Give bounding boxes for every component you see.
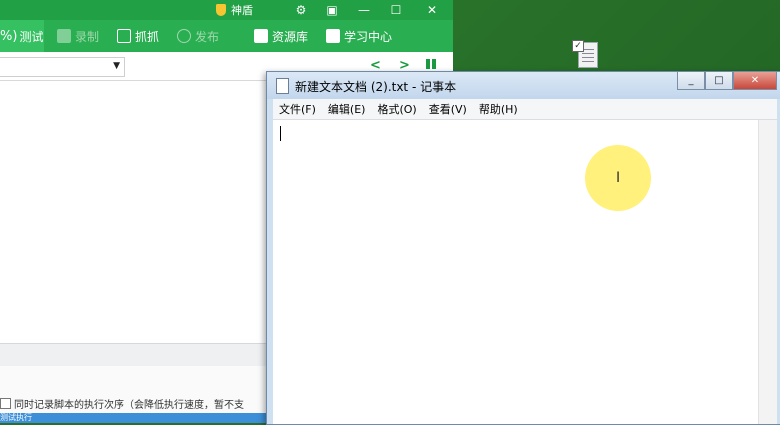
text-file-desktop-icon[interactable]: ✓ [572, 40, 602, 72]
video-camera-icon [57, 29, 71, 43]
record-label: 录制 [75, 29, 100, 44]
notepad-window: 新建文本文档 (2).txt - 记事本 _ □ ✕ 文件(F) 编辑(E) 格… [266, 71, 780, 425]
script-select-dropdown[interactable]: ▼ [0, 57, 125, 77]
menu-file[interactable]: 文件(F) [273, 101, 322, 117]
grid-view-icon[interactable] [426, 59, 436, 69]
capture-label: 抓抓 [135, 29, 160, 44]
publish-icon [177, 29, 191, 43]
test-percent: %) [0, 28, 18, 44]
notepad-minimize-button[interactable]: _ [677, 72, 705, 90]
book-icon [326, 29, 340, 43]
notepad-menubar: 文件(F) 编辑(E) 格式(O) 查看(V) 帮助(H) [273, 99, 777, 120]
shield-icon [216, 4, 226, 16]
app-toolbar: %) 测试 录制 抓抓 发布 资源库 学习中心 [0, 20, 453, 52]
menu-view[interactable]: 查看(V) [423, 101, 473, 117]
close-button[interactable]: ✕ [420, 0, 444, 20]
resource-library-label: 资源库 [272, 29, 309, 44]
record-order-checkbox[interactable] [0, 397, 11, 409]
text-cursor-icon: I [616, 170, 621, 186]
resource-library-button[interactable]: 资源库 [254, 20, 308, 52]
test-label: 测试 [19, 29, 44, 44]
box-icon [254, 29, 268, 43]
minimize-button[interactable]: — [352, 0, 376, 20]
maximize-button[interactable]: ☐ [384, 0, 408, 20]
publish-label: 发布 [195, 29, 220, 44]
notepad-close-button[interactable]: ✕ [733, 72, 777, 90]
notepad-maximize-button[interactable]: □ [705, 72, 733, 90]
capture-button[interactable]: 抓抓 [117, 20, 159, 52]
app-titlebar: 神盾 ⚙ ▣ — ☐ ✕ [0, 0, 453, 20]
menu-edit[interactable]: 编辑(E) [322, 101, 372, 117]
notepad-text-area[interactable] [273, 120, 777, 424]
menu-help[interactable]: 帮助(H) [473, 101, 524, 117]
window-controls: _ □ ✕ [677, 72, 777, 90]
learning-center-button[interactable]: 学习中心 [326, 20, 392, 52]
notepad-titlebar[interactable]: 新建文本文档 (2).txt - 记事本 _ □ ✕ [267, 72, 780, 99]
dropdown-arrow-icon: ▼ [113, 61, 120, 71]
shield-button[interactable]: 神盾 [216, 2, 253, 18]
learning-center-label: 学习中心 [344, 29, 393, 44]
publish-button[interactable]: 发布 [177, 20, 219, 52]
record-order-option[interactable]: 同时记录脚本的执行次序（会降低执行速度，暂不支 [0, 395, 244, 411]
record-order-label: 同时记录脚本的执行次序（会降低执行速度，暂不支 [14, 399, 244, 411]
window-mode-icon[interactable]: ▣ [320, 0, 344, 20]
test-button[interactable]: %) 测试 [0, 20, 44, 52]
notepad-icon [276, 78, 289, 94]
checkbox-icon: ✓ [572, 40, 584, 52]
notepad-title: 新建文本文档 (2).txt - 记事本 [295, 80, 457, 94]
settings-gear-icon[interactable]: ⚙ [289, 0, 313, 20]
shield-label: 神盾 [231, 4, 253, 17]
menu-format[interactable]: 格式(O) [371, 101, 422, 117]
record-button[interactable]: 录制 [57, 20, 99, 52]
status-text: 测试执行 [0, 413, 32, 422]
caret [280, 126, 281, 141]
capture-icon [117, 29, 131, 43]
